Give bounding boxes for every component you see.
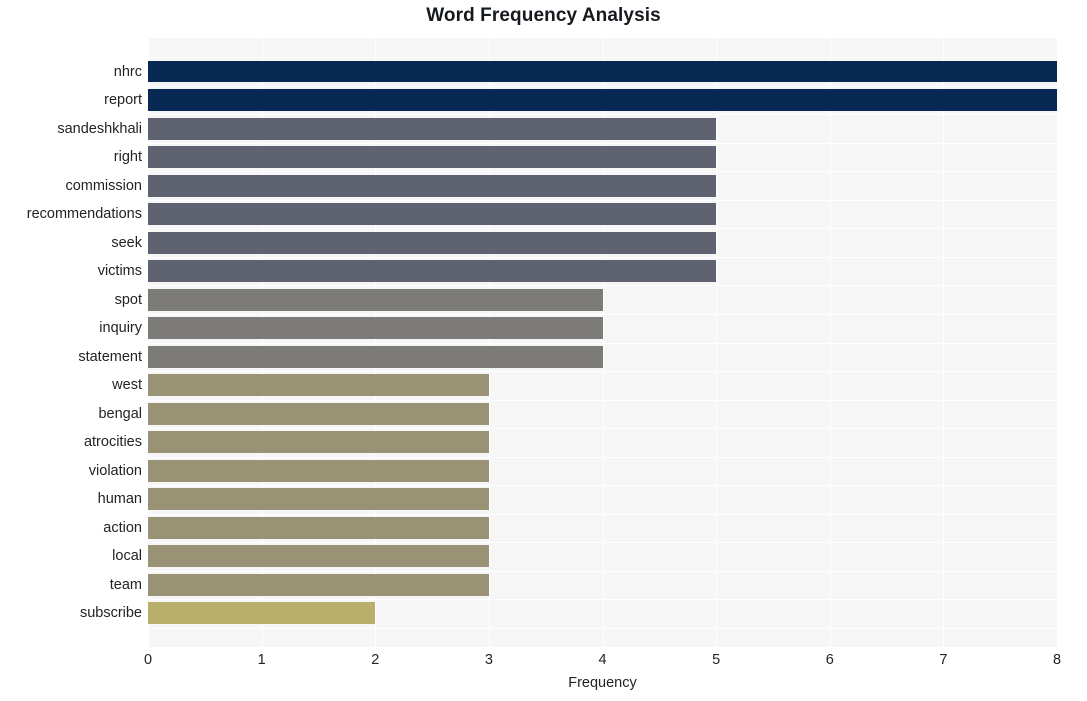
x-axis-label: Frequency [568, 675, 637, 691]
y-tick-label-report: report [104, 92, 142, 109]
y-tick-label-human: human [97, 491, 142, 508]
y-tick-label-seek: seek [111, 234, 142, 251]
y-tick-label-commission: commission [65, 177, 142, 194]
y-tick-label-recommendations: recommendations [26, 206, 142, 223]
y-tick-label-action: action [103, 519, 142, 536]
x-tick-label-6: 6 [825, 652, 834, 668]
y-tick-label-subscribe: subscribe [79, 605, 142, 622]
x-tick-label-1: 1 [257, 652, 266, 668]
y-tick-label-statement: statement [78, 348, 142, 365]
y-tick-label-violation: violation [88, 462, 142, 479]
y-tick-label-local: local [112, 548, 142, 565]
y-tick-label-west: west [112, 377, 142, 394]
y-tick-label-atrocities: atrocities [83, 434, 142, 451]
y-tick-label-victims: victims [97, 263, 142, 280]
y-tick-label-spot: spot [114, 291, 142, 308]
chart-title: Word Frequency Analysis [426, 5, 661, 26]
x-tick-label-5: 5 [712, 652, 721, 668]
y-tick-label-nhrc: nhrc [113, 63, 142, 80]
y-tick-label-sandeshkhali: sandeshkhali [57, 120, 142, 137]
x-tick-label-2: 2 [371, 652, 380, 668]
word-frequency-chart: Word Frequency Analysis nhrc report sandes… [0, 0, 1087, 701]
y-axis-tick-labels: nhrc report sandeshkhali right commission rec… [0, 38, 1087, 647]
y-tick-label-inquiry: inquiry [99, 320, 142, 337]
y-tick-label-right: right [113, 149, 142, 166]
x-tick-label-3: 3 [484, 652, 493, 668]
y-tick-label-bengal: bengal [98, 405, 142, 422]
x-axis-tick-labels: 0 1 2 3 4 5 6 7 8 [144, 652, 1061, 674]
x-tick-label-7: 7 [939, 652, 948, 668]
y-tick-label-team: team [109, 576, 142, 593]
x-tick-label-4: 4 [598, 652, 607, 668]
x-tick-label-8: 8 [1052, 652, 1062, 668]
x-tick-label-0: 0 [143, 652, 153, 668]
